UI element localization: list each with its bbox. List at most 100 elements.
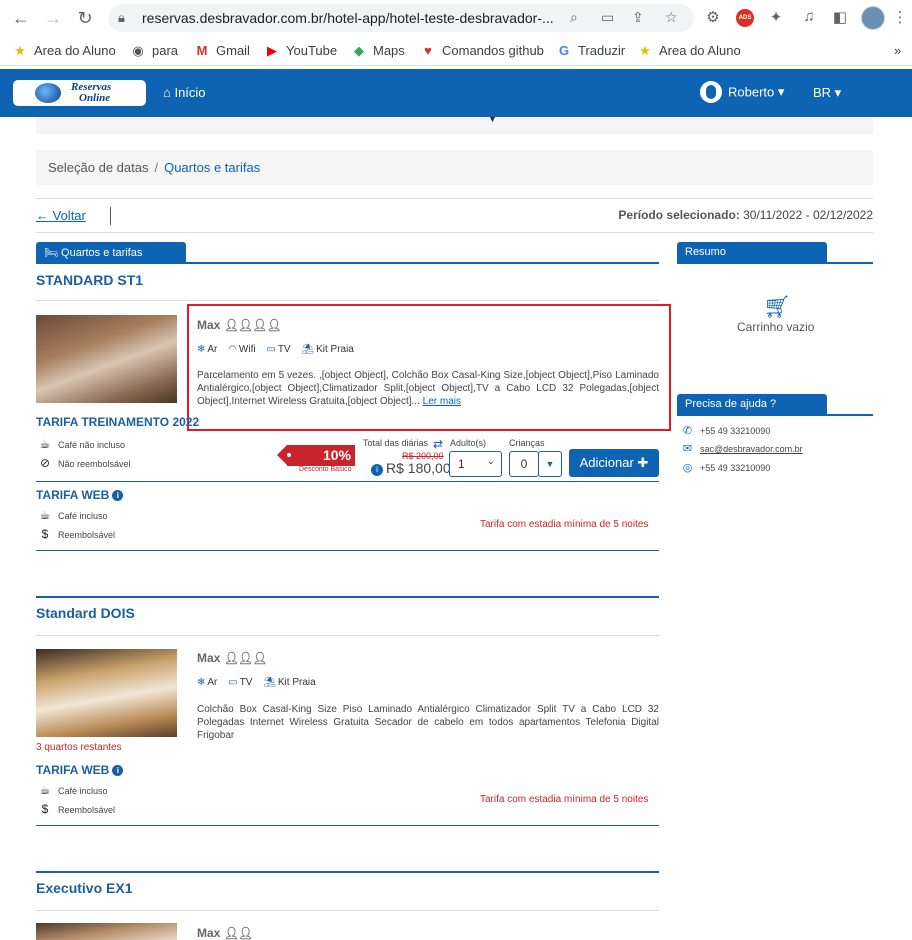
rooms-tab-underline [36,262,659,264]
room-photo[interactable] [36,649,177,737]
maps-pin-icon: ◆ [354,43,364,58]
room-title: STANDARD ST1 [36,272,144,288]
divider [36,232,873,233]
rate-name: TARIFA TREINAMENTO 2022 [36,415,200,429]
globe-icon: ◉ [132,43,144,58]
amenities: ❄ Ar ▭ TV ⛱ Kit Praia [197,677,316,688]
more-bookmarks-chevron-icon[interactable]: » [894,43,901,58]
contact-phone[interactable]: ✆ +55 49 33210090 [681,424,770,437]
divider [36,481,659,482]
selected-period: Período selecionado: 30/11/2022 - 02/12/… [618,208,873,222]
url-text[interactable]: reservas.desbravador.com.br/hotel-app/ho… [142,10,554,26]
back-arrow-icon[interactable]: ← [10,8,32,28]
rate-feature-breakfast: ☕︎ Café não incluso [37,437,125,451]
media-control-icon[interactable]: ♫ [799,8,819,25]
install-app-icon[interactable]: ▭ [601,9,614,26]
bookmark-area-aluno[interactable]: ★ Area do Aluno [12,43,116,59]
bed-icon: 🛏︎ [44,247,62,259]
coffee-cup-icon: ☕︎ [39,437,51,451]
menu-dots-icon[interactable]: ⋮ [890,8,910,26]
info-icon[interactable]: i [112,765,124,776]
bookmark-star-icon[interactable]: ☆ [665,9,678,26]
profile-avatar[interactable] [861,6,885,30]
plus-icon: ✚ [637,455,649,470]
ads-extension-icon[interactable]: ADS [736,9,754,27]
highlight-box [187,304,671,431]
bookmark-maps[interactable]: ◆ Maps [351,43,405,59]
add-button[interactable]: Adicionar ✚ [569,449,659,477]
heart-icon: ♥ [424,43,432,58]
breadcrumb-step-dates[interactable]: Seleção de datas [48,160,148,175]
lock-icon: 🔒︎ [118,10,125,25]
room-photo[interactable] [36,923,177,940]
contact-email[interactable]: ✉ sac@desbravador.com.br [681,442,803,455]
person-icons: 👤︎👤︎ [223,926,253,940]
translate-icon: G [558,43,570,58]
bookmark-youtube[interactable]: ▶ YouTube [264,43,337,59]
divider [36,635,659,636]
bookmark-para[interactable]: ◉ para [130,43,178,59]
rooms-remaining: 3 quartos restantes [36,742,122,753]
beach-umbrella-icon: ⛱ [263,677,276,688]
side-panel-icon[interactable]: ◧ [830,8,850,26]
room-photo[interactable] [36,315,177,403]
contact-whatsapp[interactable]: ◎ +55 49 33210090 [681,461,771,474]
forward-arrow-icon[interactable]: → [42,8,64,28]
discount-label: Desconto Básico [299,466,352,473]
bookmark-comandos-github[interactable]: ♥ Comandos github [420,43,544,58]
divider [36,198,873,199]
address-bar[interactable]: 🔒︎ reservas.desbravador.com.br/hotel-app… [108,4,694,32]
bookmark-area-aluno-2[interactable]: ★ Area do Aluno [637,43,741,59]
room-top-border [36,871,659,873]
info-icon[interactable]: i [371,464,383,476]
children-input[interactable]: 0 [509,451,539,477]
extensions-puzzle-icon[interactable]: ✦ [766,8,786,26]
user-menu[interactable]: Roberto ▾ [700,81,784,103]
globe-logo-icon [35,83,61,103]
summary-tab-header: Resumo [677,242,827,264]
total-label: Total das diárias [363,438,429,448]
caret-down-icon: ▼ [545,459,555,469]
browser-toolbar: ← → ↻ 🔒︎ reservas.desbravador.com.br/hot… [0,0,912,36]
coffee-cup-icon: ☕︎ [39,508,51,522]
swap-arrows-icon[interactable]: ⇄ [433,437,443,451]
back-link[interactable]: ← Voltar [36,208,86,223]
nav-home-link[interactable]: ⌂ Início [163,85,206,100]
rate-feature-breakfast: ☕︎ Café incluso [37,508,108,522]
room-title: Executivo EX1 [36,880,133,896]
chevron-down-icon: ⌄ [486,456,495,467]
bookmarks-bar: ★ Area do Aluno ◉ para M Gmail ▶ YouTube ◆ Ma… [0,36,912,66]
help-tab-underline [677,414,873,416]
discount-tag: 10% [277,445,355,466]
chevron-down-icon[interactable]: ▼ [488,114,497,124]
help-tab-header: Precisa de ajuda ? [677,394,827,416]
language-menu[interactable]: BR ▾ [813,85,841,101]
info-icon[interactable]: i [112,490,124,501]
whatsapp-icon: ◎ [682,462,693,474]
rate-feature-refund: $ Reembolsável [37,802,115,816]
extension-gear-icon[interactable]: ⚙ [703,8,723,26]
children-label: Crianças [509,438,545,448]
caret-down-icon: ▾ [831,85,842,100]
room-top-border [36,596,659,598]
search-page-icon[interactable]: ⌕ [570,9,578,26]
divider [36,550,659,551]
bookmark-traduzir[interactable]: G Traduzir [556,43,625,58]
date-panel-collapsed: ▼ [36,114,873,134]
refund-icon: $ [41,527,49,541]
share-icon[interactable]: ⇪ [632,9,644,26]
air-conditioner-icon: ❄ [197,677,206,688]
coffee-cup-icon: ☕︎ [39,783,51,797]
gmail-icon: M [196,43,208,58]
breadcrumb-step-rooms: Quartos e tarifas [164,160,261,175]
bookmark-gmail[interactable]: M Gmail [194,43,250,58]
rate-feature-refund: $ Reembolsável [37,527,115,541]
rate-feature-breakfast: ☕︎ Café incluso [37,783,108,797]
home-icon: ⌂ [163,85,175,100]
site-logo[interactable]: Reservas Online [13,80,146,106]
reload-icon[interactable]: ↻ [74,8,96,28]
children-dropdown-button[interactable]: ▼ [538,451,562,477]
separator [110,207,111,225]
no-refund-icon: ⊘ [39,456,51,470]
adults-select[interactable]: 1 ⌄ [449,451,502,477]
